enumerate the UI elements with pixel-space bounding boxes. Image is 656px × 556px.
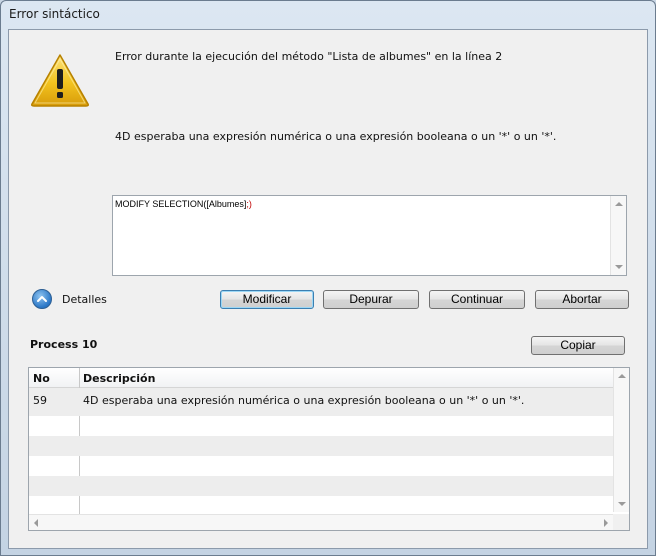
- scroll-left-arrow-icon[interactable]: [34, 519, 38, 527]
- details-toggle-button[interactable]: [32, 289, 52, 309]
- empty-row: [29, 416, 613, 436]
- list-vertical-scrollbar[interactable]: [613, 368, 629, 512]
- empty-row: [29, 496, 613, 516]
- error-message-line2: 4D esperaba una expresión numérica o una…: [115, 130, 557, 143]
- row-no: 59: [33, 394, 47, 407]
- warning-icon: [31, 54, 89, 107]
- error-list[interactable]: No Descripción 59 4D esperaba una expres…: [28, 367, 630, 531]
- scroll-right-arrow-icon[interactable]: [604, 519, 608, 527]
- scroll-up-arrow-icon[interactable]: [615, 202, 623, 206]
- code-text: MODIFY SELECTION([Albumes]: [115, 199, 247, 209]
- error-message-line1: Error durante la ejecución del método "L…: [115, 50, 503, 63]
- code-error-highlight: ;): [246, 199, 252, 209]
- details-label: Detalles: [62, 293, 107, 306]
- title-bar[interactable]: Error sintáctico: [1, 1, 655, 29]
- scroll-up-arrow-icon[interactable]: [618, 374, 626, 378]
- window-title: Error sintáctico: [9, 7, 100, 21]
- chevron-up-icon: [37, 296, 47, 302]
- code-view[interactable]: MODIFY SELECTION([Albumes];): [112, 195, 627, 276]
- process-label: Process 10: [30, 338, 98, 351]
- empty-row: [29, 436, 613, 456]
- list-horizontal-scrollbar[interactable]: [29, 514, 613, 530]
- continuar-button[interactable]: Continuar: [429, 290, 525, 309]
- scrollbar-corner: [613, 514, 629, 530]
- column-header-description[interactable]: Descripción: [83, 372, 155, 385]
- list-rows: 59 4D esperaba una expresión numérica o …: [29, 388, 613, 516]
- abortar-button[interactable]: Abortar: [535, 290, 629, 309]
- copiar-button[interactable]: Copiar: [531, 336, 625, 355]
- row-description: 4D esperaba una expresión numérica o una…: [83, 394, 525, 407]
- scroll-down-arrow-icon[interactable]: [618, 502, 626, 506]
- dialog-content: Error durante la ejecución del método "L…: [8, 29, 648, 549]
- table-row[interactable]: 59 4D esperaba una expresión numérica o …: [29, 388, 613, 416]
- column-header-no[interactable]: No: [33, 372, 50, 385]
- error-dialog-window: Error sintáctico Error durante la ejecuc…: [0, 0, 656, 556]
- empty-row: [29, 456, 613, 476]
- modificar-button[interactable]: Modificar: [220, 290, 314, 309]
- scroll-down-arrow-icon[interactable]: [615, 265, 623, 269]
- list-header: No Descripción: [29, 368, 613, 388]
- code-vertical-scrollbar[interactable]: [610, 196, 626, 275]
- depurar-button[interactable]: Depurar: [323, 290, 419, 309]
- empty-row: [29, 476, 613, 496]
- code-line: MODIFY SELECTION([Albumes];): [115, 199, 252, 209]
